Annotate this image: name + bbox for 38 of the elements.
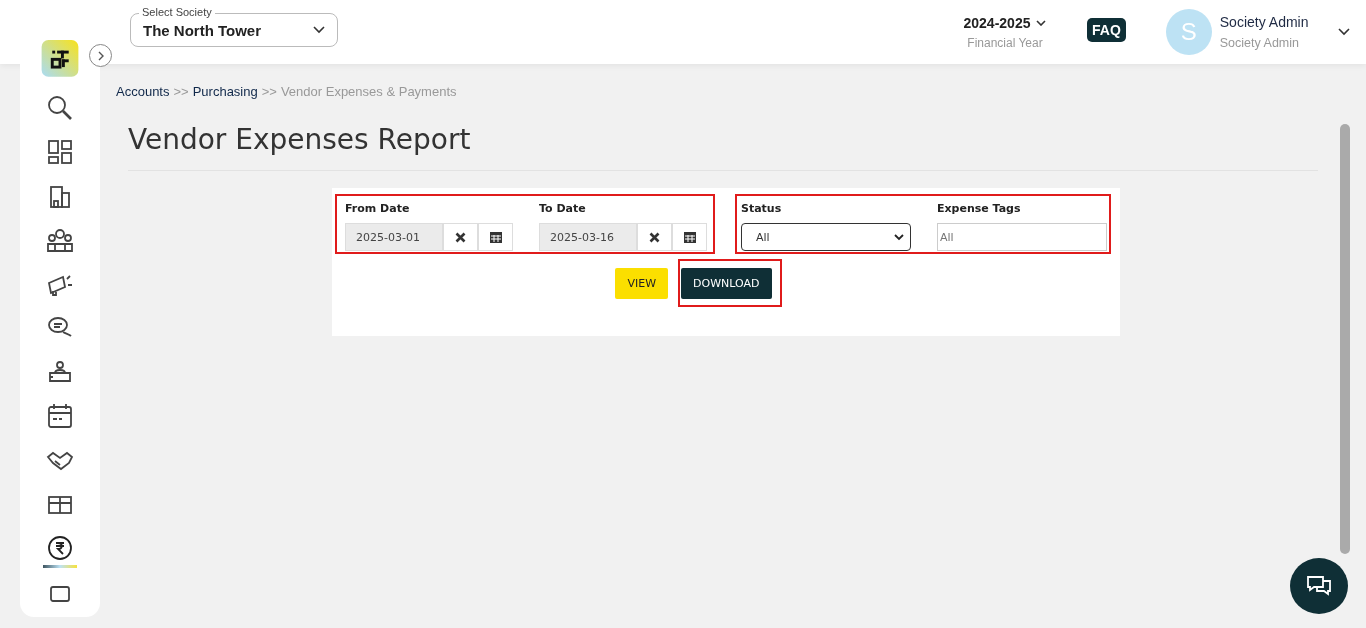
calendar-icon: [489, 231, 502, 243]
field-label: Select Society: [139, 5, 215, 19]
chevron-down-icon: [894, 233, 904, 241]
chevron-down-icon: [1036, 19, 1047, 26]
expense-tags-field[interactable]: All: [937, 223, 1107, 251]
breadcrumb-separator: >>: [173, 84, 189, 99]
chevron-down-icon: [313, 26, 325, 34]
chat-button[interactable]: [1290, 558, 1348, 614]
user-role: Society Admin: [1219, 36, 1300, 50]
field-label: From Date: [345, 202, 411, 215]
close-icon: [455, 231, 466, 243]
calendar-button[interactable]: [478, 223, 513, 251]
breadcrumb-separator: >>: [261, 84, 277, 99]
calendar-button[interactable]: [672, 223, 707, 251]
field-label: Expense Tags: [937, 202, 1022, 215]
faq-button[interactable]: FAQ: [1087, 18, 1126, 42]
date-field[interactable]: 2025-03-01: [345, 223, 443, 251]
clear-button[interactable]: [443, 223, 478, 251]
view-button[interactable]: VIEW: [615, 268, 669, 299]
breadcrumb-link[interactable]: Purchasing: [192, 84, 258, 99]
breadcrumb-link[interactable]: Accounts: [116, 84, 170, 99]
user-name: Society Admin: [1219, 14, 1310, 30]
logo-icon: [41, 40, 79, 77]
clear-button[interactable]: [637, 223, 672, 251]
download-button[interactable]: DOWNLOAD: [681, 268, 772, 299]
chevron-down-icon[interactable]: [1337, 28, 1350, 36]
date-field[interactable]: 2025-03-16: [539, 223, 637, 251]
expand-sidebar-button[interactable]: [89, 44, 112, 67]
field-label: Status: [741, 202, 783, 215]
close-icon: [649, 231, 660, 243]
financial-year-select[interactable]: 2024-2025: [963, 14, 1031, 31]
financial-year-caption: Financial Year: [967, 35, 1043, 50]
page-title: Vendor Expenses Report: [128, 123, 472, 156]
field-label: To Date: [539, 202, 587, 215]
chat-icon: [1305, 573, 1333, 599]
calendar-icon: [683, 231, 696, 243]
status-select[interactable]: All: [741, 223, 911, 251]
chevron-right-icon: [96, 50, 105, 61]
